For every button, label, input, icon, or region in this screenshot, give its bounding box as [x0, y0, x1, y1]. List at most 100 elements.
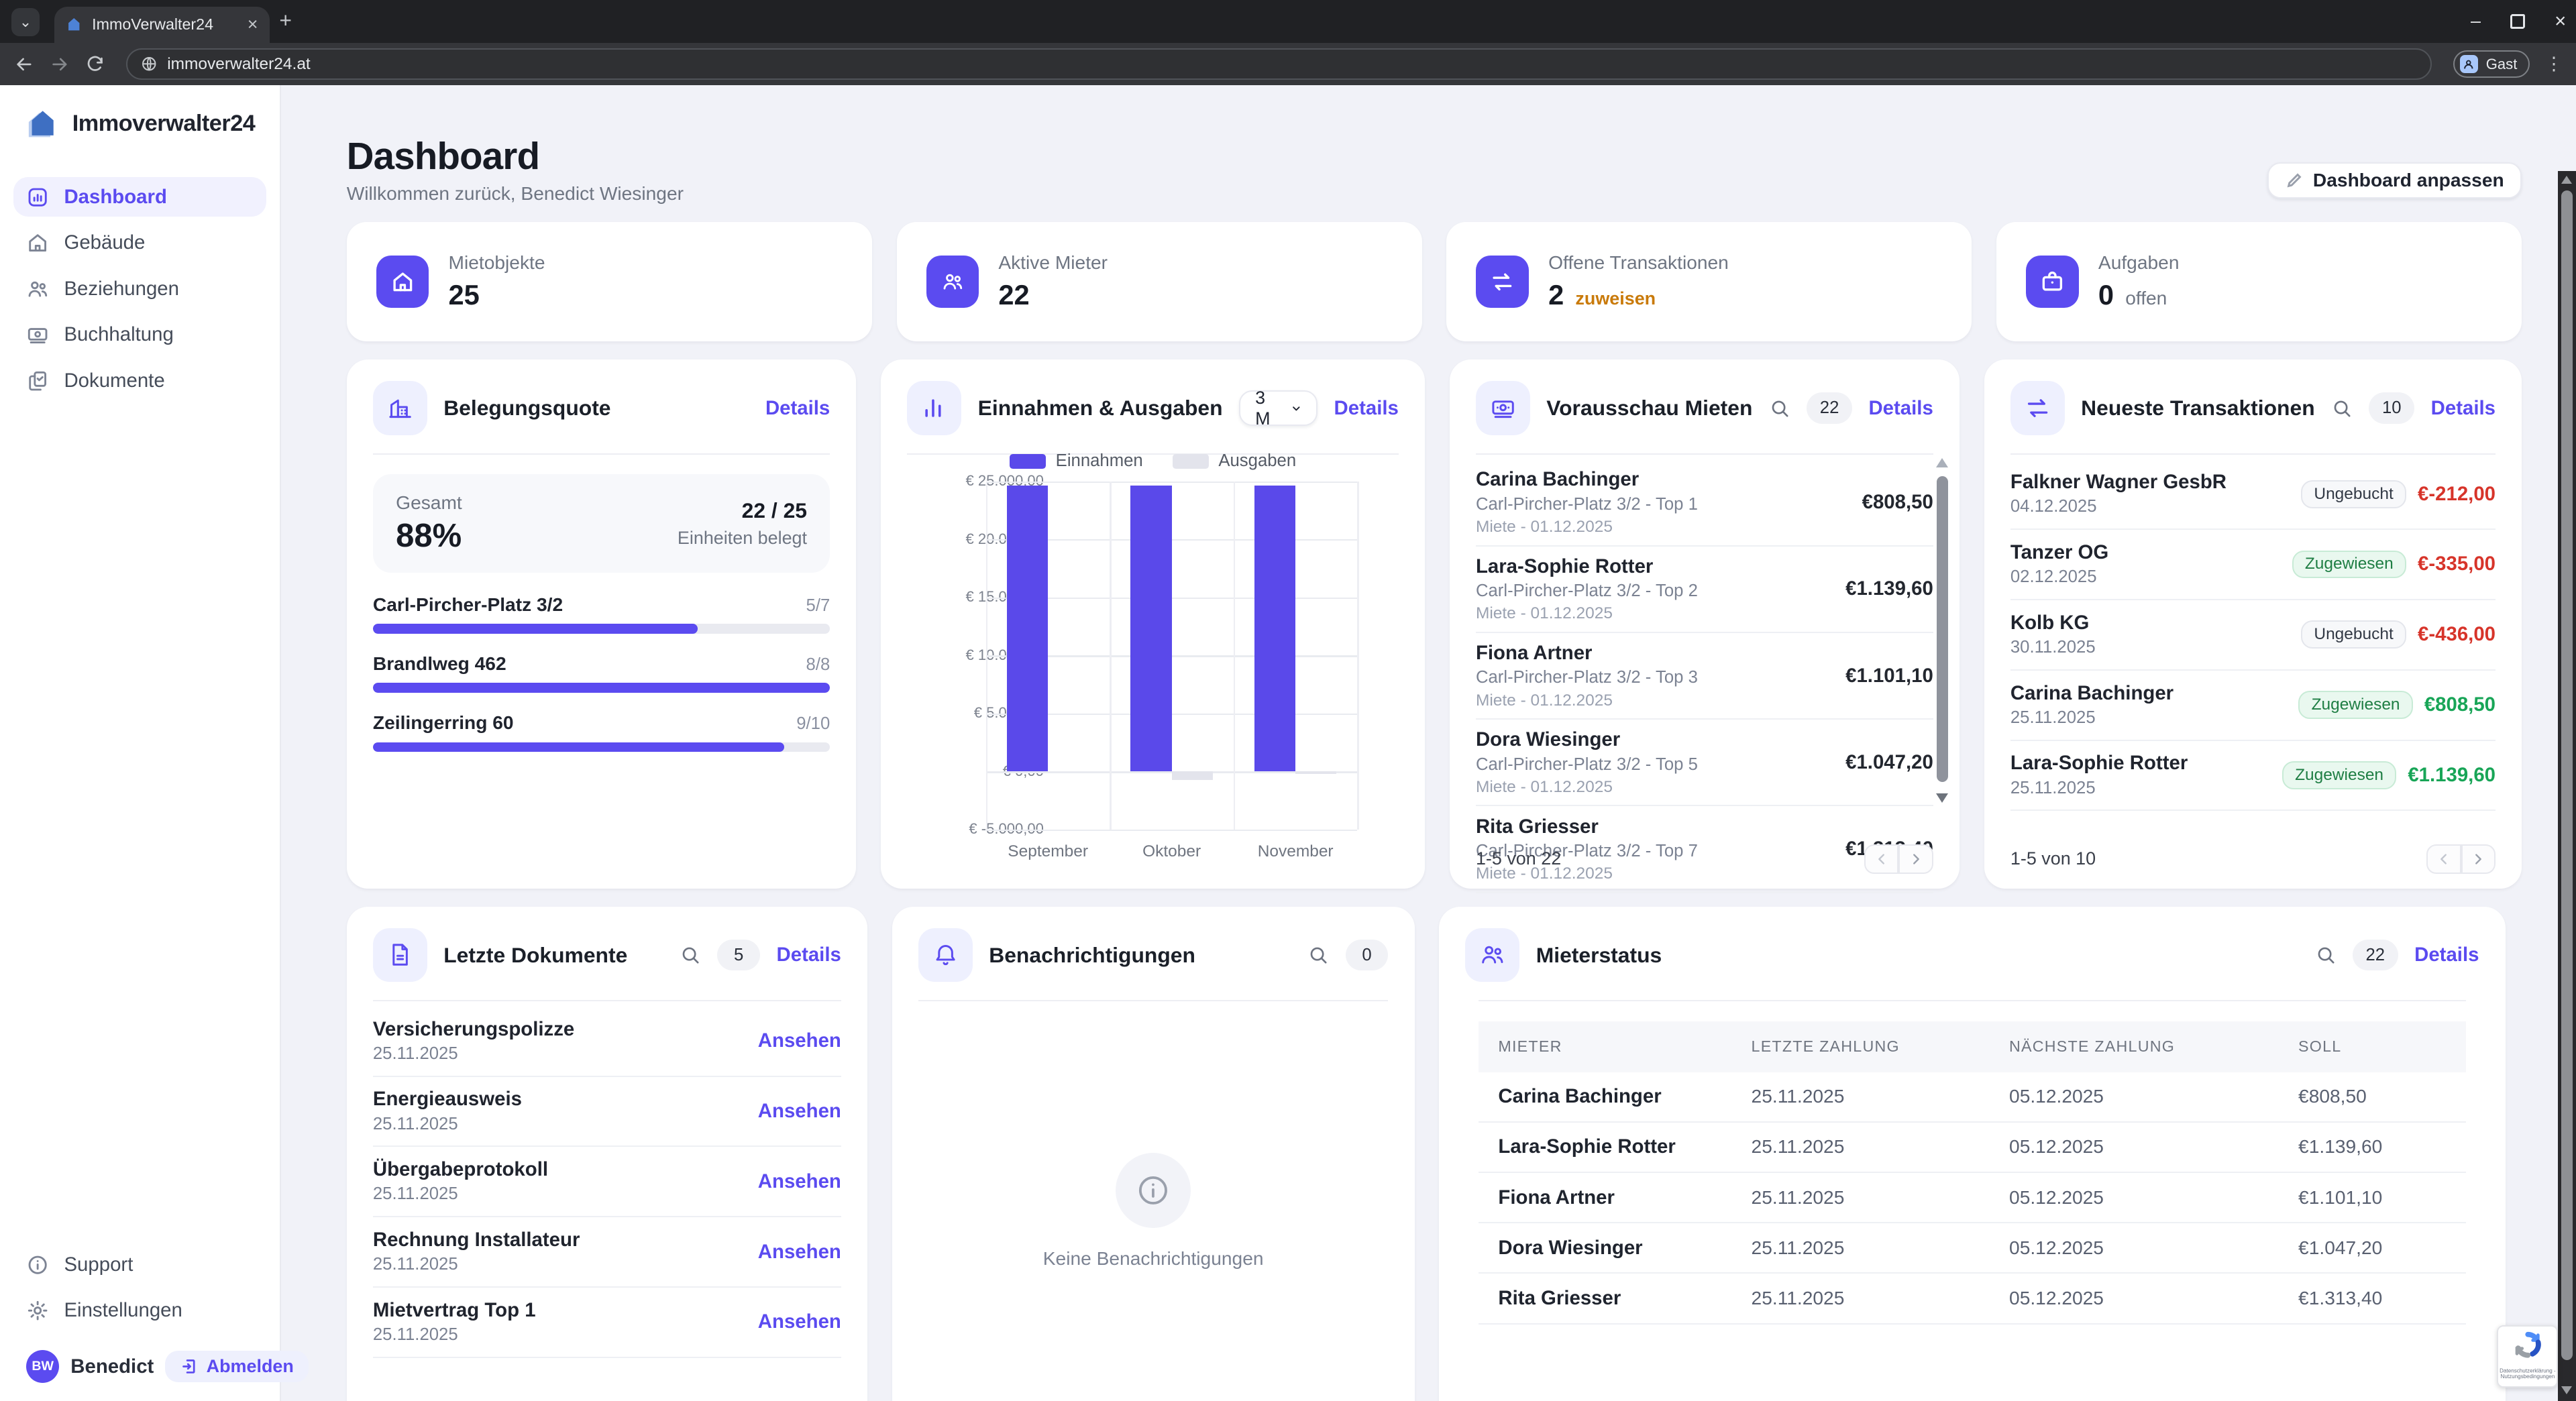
kpi-action-link[interactable]: zuweisen — [1575, 288, 1656, 309]
rent-list-item[interactable]: Lara-Sophie RotterCarl-Pircher-Platz 3/2… — [1476, 547, 1933, 633]
rent-list-item[interactable]: Carina BachingerCarl-Pircher-Platz 3/2 -… — [1476, 459, 1933, 546]
tenant-name-cell: Dora Wiesinger — [1479, 1223, 1752, 1273]
unit-label: Carl-Pircher-Platz 3/2 - Top 2 — [1476, 581, 1833, 602]
sidebar-item-label: Gebäude — [64, 231, 145, 254]
sidebar-item-dashboard[interactable]: Dashboard — [13, 177, 267, 217]
table-row[interactable]: Fiona Artner25.11.202505.12.2025€1.101,1… — [1479, 1172, 2466, 1223]
table-row[interactable]: Rita Griesser25.11.202505.12.2025€1.313,… — [1479, 1273, 2466, 1323]
table-row[interactable]: Dora Wiesinger25.11.202505.12.2025€1.047… — [1479, 1223, 2466, 1273]
dashboard-page: Dashboard Willkommen zurück, Benedict Wi… — [281, 85, 2576, 1401]
transaction-amount: €1.139,60 — [2408, 764, 2496, 787]
document-list-item: Mietvertrag Top 125.11.2025Ansehen — [373, 1288, 841, 1358]
transaction-list-item[interactable]: Tanzer OG02.12.2025Zugewiesen€-335,00 — [2010, 530, 2496, 600]
documents-details-link[interactable]: Details — [777, 944, 841, 966]
url-bar[interactable]: immoverwalter24.at — [126, 48, 2432, 80]
view-document-link[interactable]: Ansehen — [758, 1100, 841, 1123]
occupancy-row: Zeilingerring 609/10 — [373, 712, 830, 752]
transaction-date: 30.11.2025 — [2010, 637, 2301, 659]
list-scrollbar-thumb[interactable] — [1937, 476, 1948, 782]
recaptcha-badge[interactable]: Datenschutzerklärung - Nutzungsbedingung… — [2497, 1325, 2558, 1388]
banknote-icon — [1476, 381, 1530, 435]
sidebar-item-buchhaltung[interactable]: Buchhaltung — [13, 315, 267, 355]
scroll-down-icon[interactable] — [2561, 1386, 2572, 1394]
window-minimize-button[interactable]: – — [2471, 12, 2481, 30]
transaction-amount: €-436,00 — [2418, 623, 2496, 646]
upcoming-rents-title: Vorausschau Mieten — [1546, 396, 1752, 421]
tenant-status-details-link[interactable]: Details — [2414, 944, 2479, 966]
kpi-card-offene-transaktionen: Offene Transaktionen2zuweisen — [1446, 222, 1972, 342]
kpi-card-aufgaben: Aufgaben0offen — [1996, 222, 2522, 342]
income-expenses-details-link[interactable]: Details — [1334, 397, 1399, 420]
tenant-data-cell: 25.11.2025 — [1752, 1172, 2009, 1223]
sidebar-item-support[interactable]: Support — [13, 1245, 267, 1284]
browser-menu-icon[interactable]: ⋮ — [2545, 54, 2563, 74]
document-date: 25.11.2025 — [373, 1044, 758, 1065]
page-scrollbar[interactable] — [2558, 171, 2576, 1401]
tab-search-chevron-icon[interactable]: ⌄ — [11, 8, 40, 36]
counterparty-name: Falkner Wagner GesbR — [2010, 470, 2301, 495]
forward-icon[interactable] — [49, 54, 70, 75]
view-document-link[interactable]: Ansehen — [758, 1029, 841, 1052]
pagination-prev-button[interactable] — [2426, 844, 2461, 874]
legend-swatch — [1010, 454, 1046, 469]
window-close-button[interactable]: × — [2555, 11, 2566, 31]
sidebar-item-beziehungen[interactable]: Beziehungen — [13, 270, 267, 309]
search-icon[interactable] — [2315, 944, 2337, 966]
kpi-value: 25 — [449, 279, 480, 311]
list-scroll-up-icon[interactable] — [1936, 458, 1948, 467]
view-document-link[interactable]: Ansehen — [758, 1310, 841, 1333]
browser-toolbar: immoverwalter24.at Gast ⋮ — [0, 43, 2576, 86]
occupancy-row: Carl-Pircher-Platz 3/25/7 — [373, 594, 830, 634]
pagination-next-button[interactable] — [2461, 844, 2496, 874]
pagination-prev-button[interactable] — [1864, 844, 1898, 874]
transaction-list-item[interactable]: Kolb KG30.11.2025Ungebucht€-436,00 — [2010, 600, 2496, 671]
counterparty-name: Lara-Sophie Rotter — [2010, 751, 2282, 776]
scroll-up-icon[interactable] — [2561, 176, 2572, 184]
view-document-link[interactable]: Ansehen — [758, 1170, 841, 1193]
page-scrollbar-thumb[interactable] — [2561, 190, 2573, 1360]
occupancy-details-link[interactable]: Details — [765, 397, 830, 420]
sidebar-item-dokumente[interactable]: Dokumente — [13, 361, 267, 401]
rent-list-item[interactable]: Dora WiesingerCarl-Pircher-Platz 3/2 - T… — [1476, 720, 1933, 806]
app-logo[interactable]: Immoverwalter24 — [13, 107, 267, 141]
period-select-value: 3 M — [1255, 388, 1275, 429]
transaction-list-item[interactable]: Falkner Wagner GesbR04.12.2025Ungebucht€… — [2010, 459, 2496, 530]
income-expenses-card: Einnahmen & Ausgaben 3 M Details Einnahm… — [881, 359, 1425, 889]
upcoming-rents-details-link[interactable]: Details — [1868, 397, 1933, 420]
transaction-list-item[interactable]: Carina Bachinger25.11.2025Zugewiesen€808… — [2010, 671, 2496, 741]
new-tab-button[interactable]: + — [279, 10, 292, 32]
user-avatar[interactable]: BW — [26, 1350, 59, 1383]
window-restore-button[interactable] — [2510, 14, 2525, 29]
counterparty-name: Carina Bachinger — [2010, 681, 2299, 706]
back-icon[interactable] — [13, 54, 35, 75]
sidebar-item-gebäude[interactable]: Gebäude — [13, 223, 267, 263]
transaction-list-item[interactable]: Lara-Sophie Rotter25.11.2025Zugewiesen€1… — [2010, 741, 2496, 811]
upcoming-rents-card: Vorausschau Mieten 22 Details Carina Bac… — [1450, 359, 1960, 889]
dashboard-icon — [26, 186, 49, 209]
chart-gridline — [986, 830, 1357, 831]
transactions-details-link[interactable]: Details — [2431, 397, 2496, 420]
logout-icon — [180, 1357, 199, 1376]
browser-profile-button[interactable]: Gast — [2453, 50, 2530, 78]
period-select[interactable]: 3 M — [1239, 390, 1318, 427]
table-row[interactable]: Carina Bachinger25.11.202505.12.2025€808… — [1479, 1072, 2466, 1122]
search-icon[interactable] — [2331, 398, 2353, 419]
tab-close-icon[interactable]: × — [248, 15, 258, 34]
sidebar-item-einstellungen[interactable]: Einstellungen — [13, 1291, 267, 1331]
customize-dashboard-button[interactable]: Dashboard anpassen — [2267, 162, 2522, 199]
pencil-icon — [2285, 172, 2303, 190]
recaptcha-terms-text[interactable]: Nutzungsbedingungen — [2500, 1374, 2556, 1380]
document-name: Übergabeprotokoll — [373, 1158, 758, 1182]
logo-text: Immoverwalter24 — [72, 111, 256, 137]
browser-tab[interactable]: ImmoVerwalter24 × — [54, 7, 270, 43]
profile-label: Gast — [2486, 56, 2518, 73]
pagination-next-button[interactable] — [1898, 844, 1933, 874]
search-icon[interactable] — [1769, 398, 1790, 419]
table-row[interactable]: Lara-Sophie Rotter25.11.202505.12.2025€1… — [1479, 1122, 2466, 1172]
reload-icon[interactable] — [85, 54, 105, 74]
rent-list-item[interactable]: Fiona ArtnerCarl-Pircher-Platz 3/2 - Top… — [1476, 633, 1933, 720]
search-icon[interactable] — [680, 944, 701, 966]
view-document-link[interactable]: Ansehen — [758, 1241, 841, 1264]
list-scroll-down-icon[interactable] — [1936, 793, 1948, 803]
search-icon[interactable] — [1307, 944, 1329, 966]
